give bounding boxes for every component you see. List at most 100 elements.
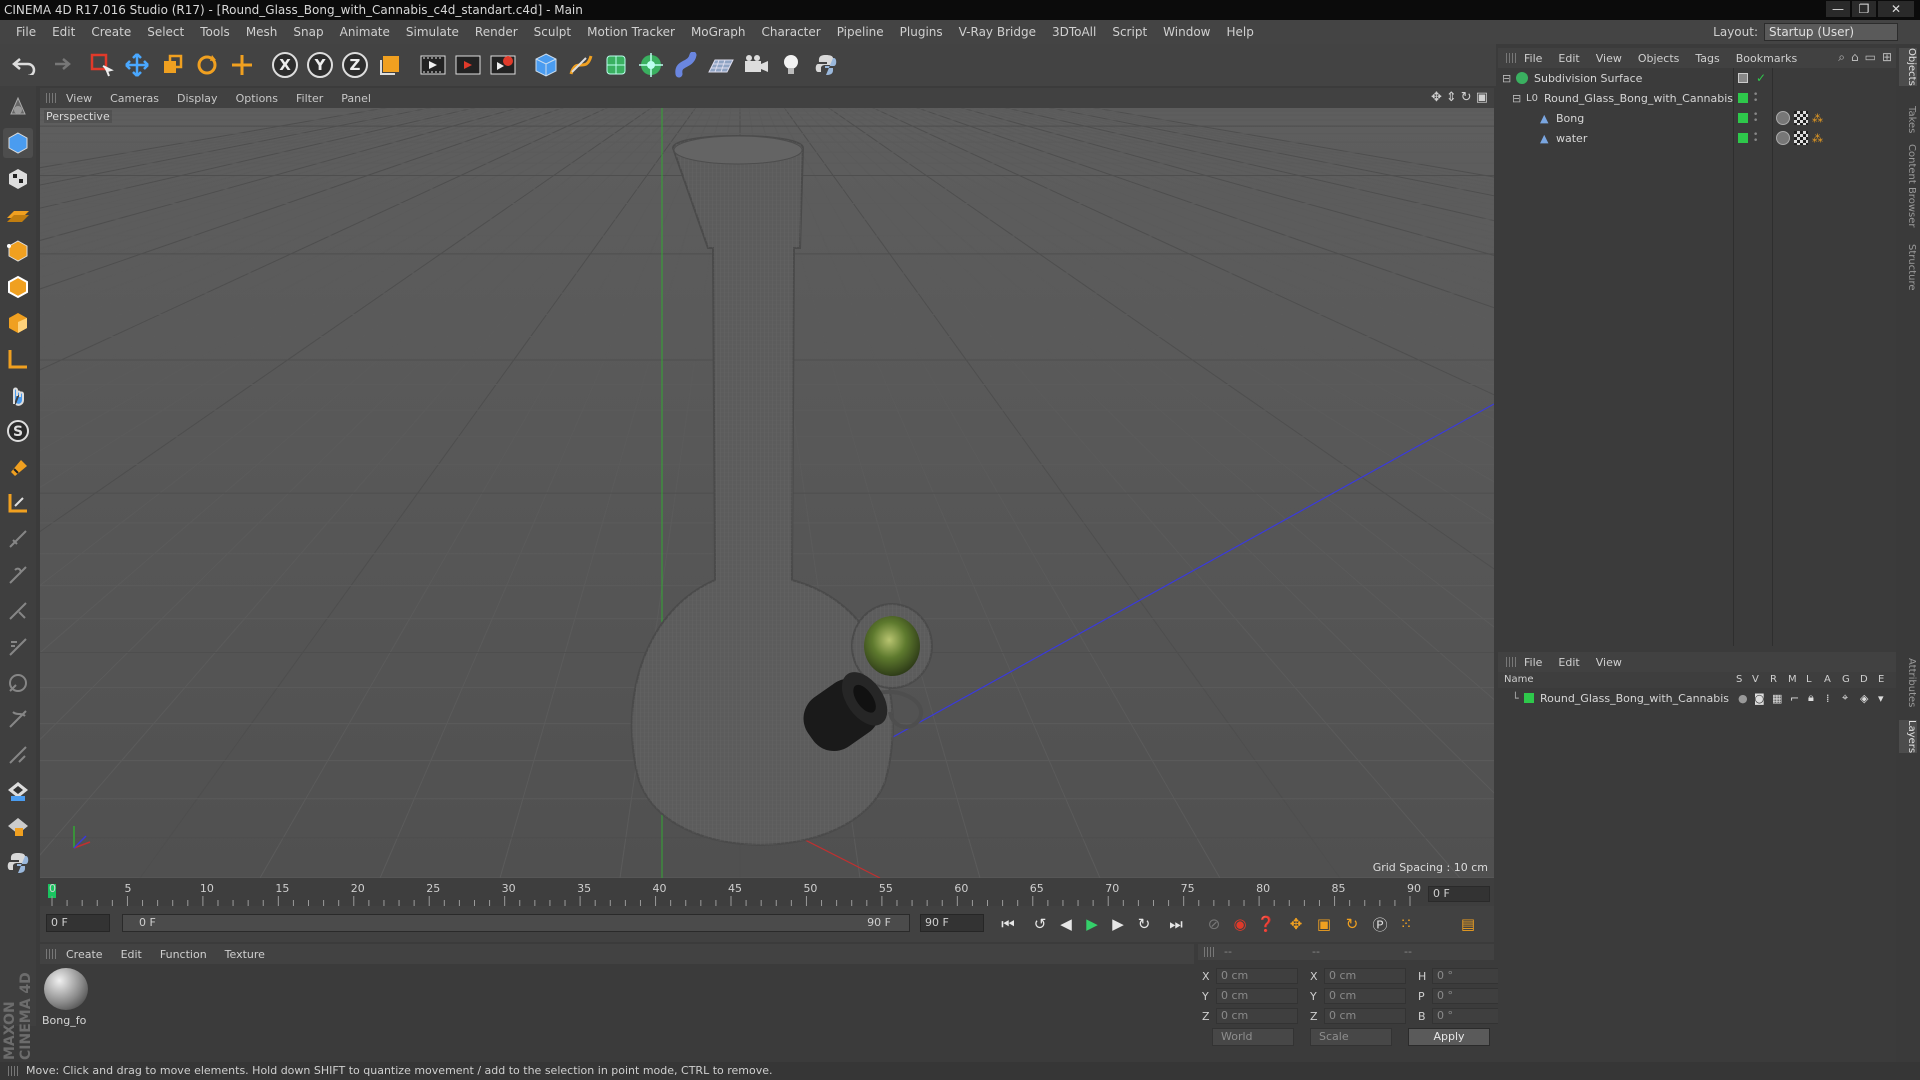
texture-tag-icon[interactable] (1794, 131, 1808, 145)
live-selection-icon[interactable] (86, 49, 118, 81)
viewport-menu-display[interactable]: Display (177, 92, 218, 105)
pos-z-field[interactable]: 0 cm (1216, 1008, 1298, 1024)
menu-animate[interactable]: Animate (332, 20, 398, 44)
home-icon[interactable]: ⌂ (1851, 50, 1859, 65)
scale-icon[interactable] (156, 49, 188, 81)
phong-tag-icon[interactable] (1776, 111, 1790, 125)
viewport-menu-filter[interactable]: Filter (296, 92, 323, 105)
toggle-view-icon[interactable]: ▣ (1476, 90, 1488, 105)
end-frame-field[interactable]: 90 F (920, 914, 984, 932)
panel-grip-icon[interactable] (46, 93, 56, 103)
paint-texture-icon[interactable] (3, 776, 33, 806)
panel-grip-icon[interactable] (1506, 657, 1516, 667)
tab-content-browser[interactable]: Content Browser (1899, 144, 1917, 227)
timeline-ruler[interactable]: 0 5 10 15 20 25 30 35 40 45 50 55 60 65 70 75 80 85 90 0 F (40, 878, 1494, 906)
layer-color-icon[interactable] (1524, 693, 1534, 703)
key-scale-icon[interactable]: ▣ (1312, 912, 1336, 936)
layer-manager-icon[interactable]: ⌐ (1790, 692, 1799, 705)
deformer-icon[interactable] (670, 49, 702, 81)
polygons-mode-icon[interactable] (3, 308, 33, 338)
menu-edit[interactable]: Edit (44, 20, 83, 44)
texture-tag-icon[interactable] (1794, 111, 1808, 125)
edges-mode-icon[interactable] (3, 272, 33, 302)
floor-scene-icon[interactable] (705, 49, 737, 81)
menu-create[interactable]: Create (83, 20, 139, 44)
sculpt-tool-3-icon[interactable] (3, 596, 33, 626)
visibility-dots-icon[interactable]: • • (1753, 131, 1758, 146)
layer-col-solo[interactable]: S (1736, 674, 1742, 685)
move-icon[interactable] (121, 49, 153, 81)
z-axis-lock-icon[interactable]: Z (339, 49, 371, 81)
sculpt-tool-2-icon[interactable] (3, 560, 33, 590)
layer-col-expressions[interactable]: E (1878, 674, 1884, 685)
menu-tools[interactable]: Tools (192, 20, 238, 44)
layer-expression-icon[interactable]: ▾ (1878, 692, 1884, 705)
viewport-menu-cameras[interactable]: Cameras (110, 92, 159, 105)
render-view-icon[interactable] (417, 49, 449, 81)
preview-range-slider[interactable]: 0 F 90 F (122, 914, 910, 932)
previous-key-icon[interactable]: ↺ (1028, 912, 1052, 936)
menu-snap[interactable]: Snap (285, 20, 331, 44)
enabled-check-icon[interactable]: ✓ (1756, 71, 1766, 85)
minimize-button[interactable]: — (1826, 1, 1850, 17)
key-pla-icon[interactable]: ⁙ (1394, 912, 1418, 936)
menu-3dtoall[interactable]: 3DToAll (1044, 20, 1104, 44)
sculpt-tool-6-icon[interactable] (3, 704, 33, 734)
python-script-icon[interactable] (3, 848, 33, 878)
record-keys-icon[interactable]: ◉ (1228, 912, 1252, 936)
menu-help[interactable]: Help (1218, 20, 1261, 44)
layer-generator-icon[interactable]: ⌖ (1842, 691, 1848, 705)
object-menu-objects[interactable]: Objects (1638, 52, 1680, 65)
visibility-dots-icon[interactable]: • • (1753, 111, 1758, 126)
column-divider[interactable] (1772, 68, 1773, 646)
light-icon[interactable] (775, 49, 807, 81)
layer-col-animation[interactable]: A (1824, 674, 1831, 685)
autokey-icon[interactable]: ❓ (1254, 912, 1278, 936)
apply-button[interactable]: Apply (1408, 1028, 1490, 1046)
material-menu-edit[interactable]: Edit (121, 948, 142, 961)
search-icon[interactable]: ⌕ (1838, 50, 1845, 65)
menu-render[interactable]: Render (467, 20, 526, 44)
object-row-bong[interactable]: ▲ Bong • • ⁂ (1498, 108, 1896, 128)
render-to-picture-viewer-icon[interactable] (452, 49, 484, 81)
key-position-icon[interactable]: ✥ (1284, 912, 1308, 936)
current-frame-field[interactable]: 0 F (1428, 886, 1490, 902)
size-y-field[interactable]: 0 cm (1324, 988, 1406, 1004)
model-mode-icon[interactable] (3, 128, 33, 158)
material-menu-create[interactable]: Create (66, 948, 103, 961)
3d-viewport[interactable]: Perspective Grid Spacing : 10 cm (40, 108, 1494, 878)
pos-x-field[interactable]: 0 cm (1216, 968, 1298, 984)
y-axis-lock-icon[interactable]: Y (304, 49, 336, 81)
viewport-menu-options[interactable]: Options (236, 92, 278, 105)
menu-select[interactable]: Select (139, 20, 192, 44)
size-x-field[interactable]: 0 cm (1324, 968, 1406, 984)
panel-grip-icon[interactable] (1506, 53, 1516, 63)
object-menu-view[interactable]: View (1596, 52, 1622, 65)
subdivision-surface-icon[interactable] (600, 49, 632, 81)
visibility-dots-icon[interactable]: • • (1753, 91, 1758, 106)
mograph-cloner-icon[interactable] (635, 49, 667, 81)
size-mode-dropdown[interactable]: Scale (1310, 1028, 1392, 1046)
tab-objects[interactable]: Objects (1899, 48, 1917, 86)
coordinate-system-dropdown[interactable]: World (1212, 1028, 1294, 1046)
layer-view-icon[interactable]: ◙ (1754, 692, 1765, 705)
menu-mograph[interactable]: MoGraph (683, 20, 754, 44)
tab-structure[interactable]: Structure (1899, 244, 1917, 291)
undo-icon[interactable] (8, 49, 40, 81)
material-preview[interactable] (44, 968, 88, 1010)
visibility-editor-icon[interactable] (1738, 73, 1748, 83)
transform-icon[interactable] (226, 49, 258, 81)
menu-mesh[interactable]: Mesh (238, 20, 286, 44)
maximize-button[interactable]: ❐ (1852, 1, 1876, 17)
viewport-menu-view[interactable]: View (66, 92, 92, 105)
menu-vray-bridge[interactable]: V-Ray Bridge (951, 20, 1044, 44)
timeline-options-icon[interactable]: ▤ (1456, 912, 1480, 936)
layer-menu-file[interactable]: File (1524, 656, 1542, 669)
material-menu-texture[interactable]: Texture (225, 948, 265, 961)
layer-col-name[interactable]: Name (1504, 674, 1534, 685)
layer-menu-edit[interactable]: Edit (1558, 656, 1579, 669)
workplane-icon[interactable] (3, 488, 33, 518)
material-tag-icon[interactable]: ⁂ (1812, 132, 1823, 145)
menu-window[interactable]: Window (1155, 20, 1218, 44)
phong-tag-icon[interactable] (1776, 131, 1790, 145)
